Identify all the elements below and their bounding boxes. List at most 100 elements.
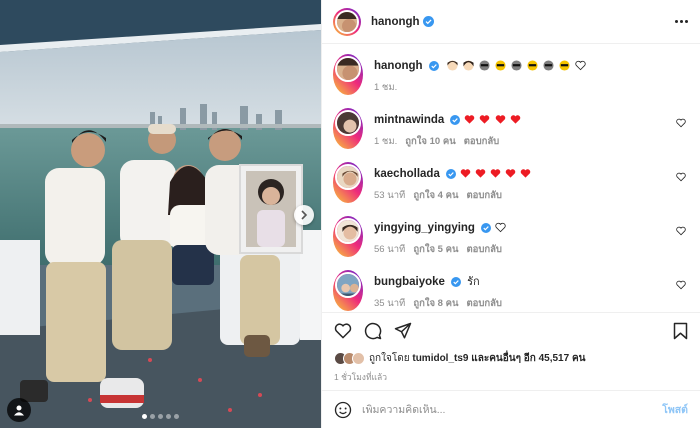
post-comment-button[interactable]: โพสต์ xyxy=(662,401,688,418)
red-heart-emoji-icon xyxy=(480,115,490,124)
comment-avatar-ring[interactable] xyxy=(333,216,363,257)
user-icon xyxy=(14,405,24,416)
comment-avatar-ring[interactable] xyxy=(333,108,363,149)
like-comment-heart-icon[interactable] xyxy=(676,172,686,182)
post-photo[interactable] xyxy=(0,0,321,428)
comment-username[interactable]: mintnawinda xyxy=(374,114,444,126)
liker-avatars xyxy=(334,351,365,365)
reply-button[interactable]: ตอบกลับ xyxy=(466,188,502,203)
woman-face-emoji-icon xyxy=(463,60,474,71)
like-comment-heart-icon[interactable] xyxy=(676,280,686,290)
girl-face-emoji-icon xyxy=(447,60,458,71)
comment-avatar[interactable] xyxy=(335,218,361,244)
emoji-picker-icon[interactable] xyxy=(334,401,352,419)
caption-emoji xyxy=(446,60,587,72)
comment: yingying_yingying 56 นาที ถูกใจ 5 คน ตอบ… xyxy=(333,216,688,257)
comment-input[interactable] xyxy=(362,403,663,416)
share-paper-plane-icon[interactable] xyxy=(394,322,412,340)
likes-middle[interactable]: และคนอื่นๆ อีก xyxy=(471,351,536,366)
comments-list: hanongh 1 ชม. mintnawinda 1 ชม. ถูกใจ 10… xyxy=(322,44,700,312)
verified-badge-icon xyxy=(428,61,439,71)
comment: bungbaiyoke รัก 35 นาที ถูกใจ 8 คน ตอบกล… xyxy=(333,270,688,311)
caption-time: 1 ชม. xyxy=(374,82,398,93)
comment-body: yingying_yingying 56 นาที ถูกใจ 5 คน ตอบ… xyxy=(374,216,688,257)
carousel-dot xyxy=(166,414,171,419)
author-username[interactable]: hanongh xyxy=(371,16,420,28)
carousel-indicator xyxy=(0,414,321,419)
white-heart-emoji-icon xyxy=(575,60,586,71)
likes-count[interactable]: 45,517 xyxy=(539,353,570,364)
red-heart-emoji-icon xyxy=(490,169,501,178)
caption-avatar[interactable] xyxy=(335,56,361,82)
reply-button[interactable]: ตอบกลับ xyxy=(464,134,500,149)
like-comment-heart-icon[interactable] xyxy=(676,118,686,128)
caption-meta: 1 ชม. xyxy=(374,80,688,95)
liker-avatar[interactable] xyxy=(352,351,365,365)
verified-badge-icon xyxy=(422,16,434,27)
caption-avatar-ring[interactable] xyxy=(333,54,363,95)
carousel-dot xyxy=(142,414,147,419)
comment-likes[interactable]: ถูกใจ 4 คน xyxy=(413,188,458,203)
comment-likes[interactable]: ถูกใจ 10 คน xyxy=(405,134,455,149)
red-heart-emoji-icon xyxy=(520,169,531,178)
avatar-image xyxy=(337,112,359,134)
avatar-image xyxy=(337,166,359,188)
reply-button[interactable]: ตอบกลับ xyxy=(466,296,502,311)
verified-badge-icon xyxy=(481,223,492,233)
comment-time: 35 นาที xyxy=(374,298,406,309)
comment: kaechollada 53 นาที ถูกใจ 4 คน ตอบกลับ xyxy=(333,162,688,203)
comment-time: 53 นาที xyxy=(374,190,406,201)
cool-face-emoji-icon xyxy=(559,60,570,71)
author-avatar-ring[interactable] xyxy=(333,7,361,36)
post-actions xyxy=(322,312,700,348)
likes-prefix: ถูกใจโดย xyxy=(369,352,410,364)
likes-summary: ถูกใจโดย tumidol_ts9 และคนอื่นๆ อีก 45,5… xyxy=(322,348,700,368)
sunglasses-emoji-icon xyxy=(511,60,522,71)
comment-avatar-ring[interactable] xyxy=(333,270,363,311)
sunglasses-emoji-icon xyxy=(479,60,490,71)
red-heart-emoji-icon xyxy=(465,115,475,124)
comment-avatar-ring[interactable] xyxy=(333,162,363,203)
comment-time: 1 ชม. xyxy=(374,136,398,147)
avatar-image xyxy=(337,58,359,80)
comment-bubble-icon[interactable] xyxy=(364,322,382,340)
comment-username[interactable]: bungbaiyoke xyxy=(374,276,445,288)
like-heart-icon[interactable] xyxy=(334,322,352,339)
comment-avatar[interactable] xyxy=(335,164,361,190)
add-comment-bar: โพสต์ xyxy=(322,390,700,428)
post-timestamp[interactable]: 1 ชั่วโมงที่แล้ว xyxy=(322,368,700,386)
red-heart-emoji-icon xyxy=(510,115,520,124)
red-heart-emoji-icon xyxy=(505,169,516,178)
post-image xyxy=(0,0,321,428)
carousel-dot xyxy=(174,414,179,419)
red-heart-emoji-icon xyxy=(475,169,486,178)
reply-button[interactable]: ตอบกลับ xyxy=(466,242,502,257)
tagged-users-button[interactable] xyxy=(7,398,31,422)
caption-username[interactable]: hanongh xyxy=(374,60,423,72)
avatar-image xyxy=(337,220,359,242)
carousel-dot xyxy=(158,414,163,419)
next-image-button[interactable] xyxy=(294,205,314,225)
comment-text xyxy=(459,168,531,180)
save-bookmark-icon[interactable] xyxy=(673,322,688,340)
comment-avatar[interactable] xyxy=(335,272,361,298)
comment-meta: 53 นาที ถูกใจ 4 คน ตอบกลับ xyxy=(374,188,688,203)
verified-badge-icon xyxy=(450,115,461,125)
caption: hanongh 1 ชม. xyxy=(333,54,688,95)
more-options-button[interactable] xyxy=(675,20,688,23)
comment-avatar[interactable] xyxy=(335,110,361,136)
comment-username[interactable]: yingying_yingying xyxy=(374,222,475,234)
liker-username[interactable]: tumidol_ts9 xyxy=(412,353,468,364)
likes-suffix[interactable]: คน xyxy=(572,351,586,366)
comment-meta: 35 นาที ถูกใจ 8 คน ตอบกลับ xyxy=(374,296,688,311)
comment-body: bungbaiyoke รัก 35 นาที ถูกใจ 8 คน ตอบกล… xyxy=(374,270,688,311)
comment-username[interactable]: kaechollada xyxy=(374,168,440,180)
avatar-image xyxy=(337,274,359,296)
comment-likes[interactable]: ถูกใจ 5 คน xyxy=(413,242,458,257)
author-avatar[interactable] xyxy=(335,9,359,34)
carousel-dot xyxy=(150,414,155,419)
white-heart-emoji-icon xyxy=(495,222,506,233)
comment-text xyxy=(463,114,520,126)
like-comment-heart-icon[interactable] xyxy=(676,226,686,236)
comment-likes[interactable]: ถูกใจ 8 คน xyxy=(413,296,458,311)
